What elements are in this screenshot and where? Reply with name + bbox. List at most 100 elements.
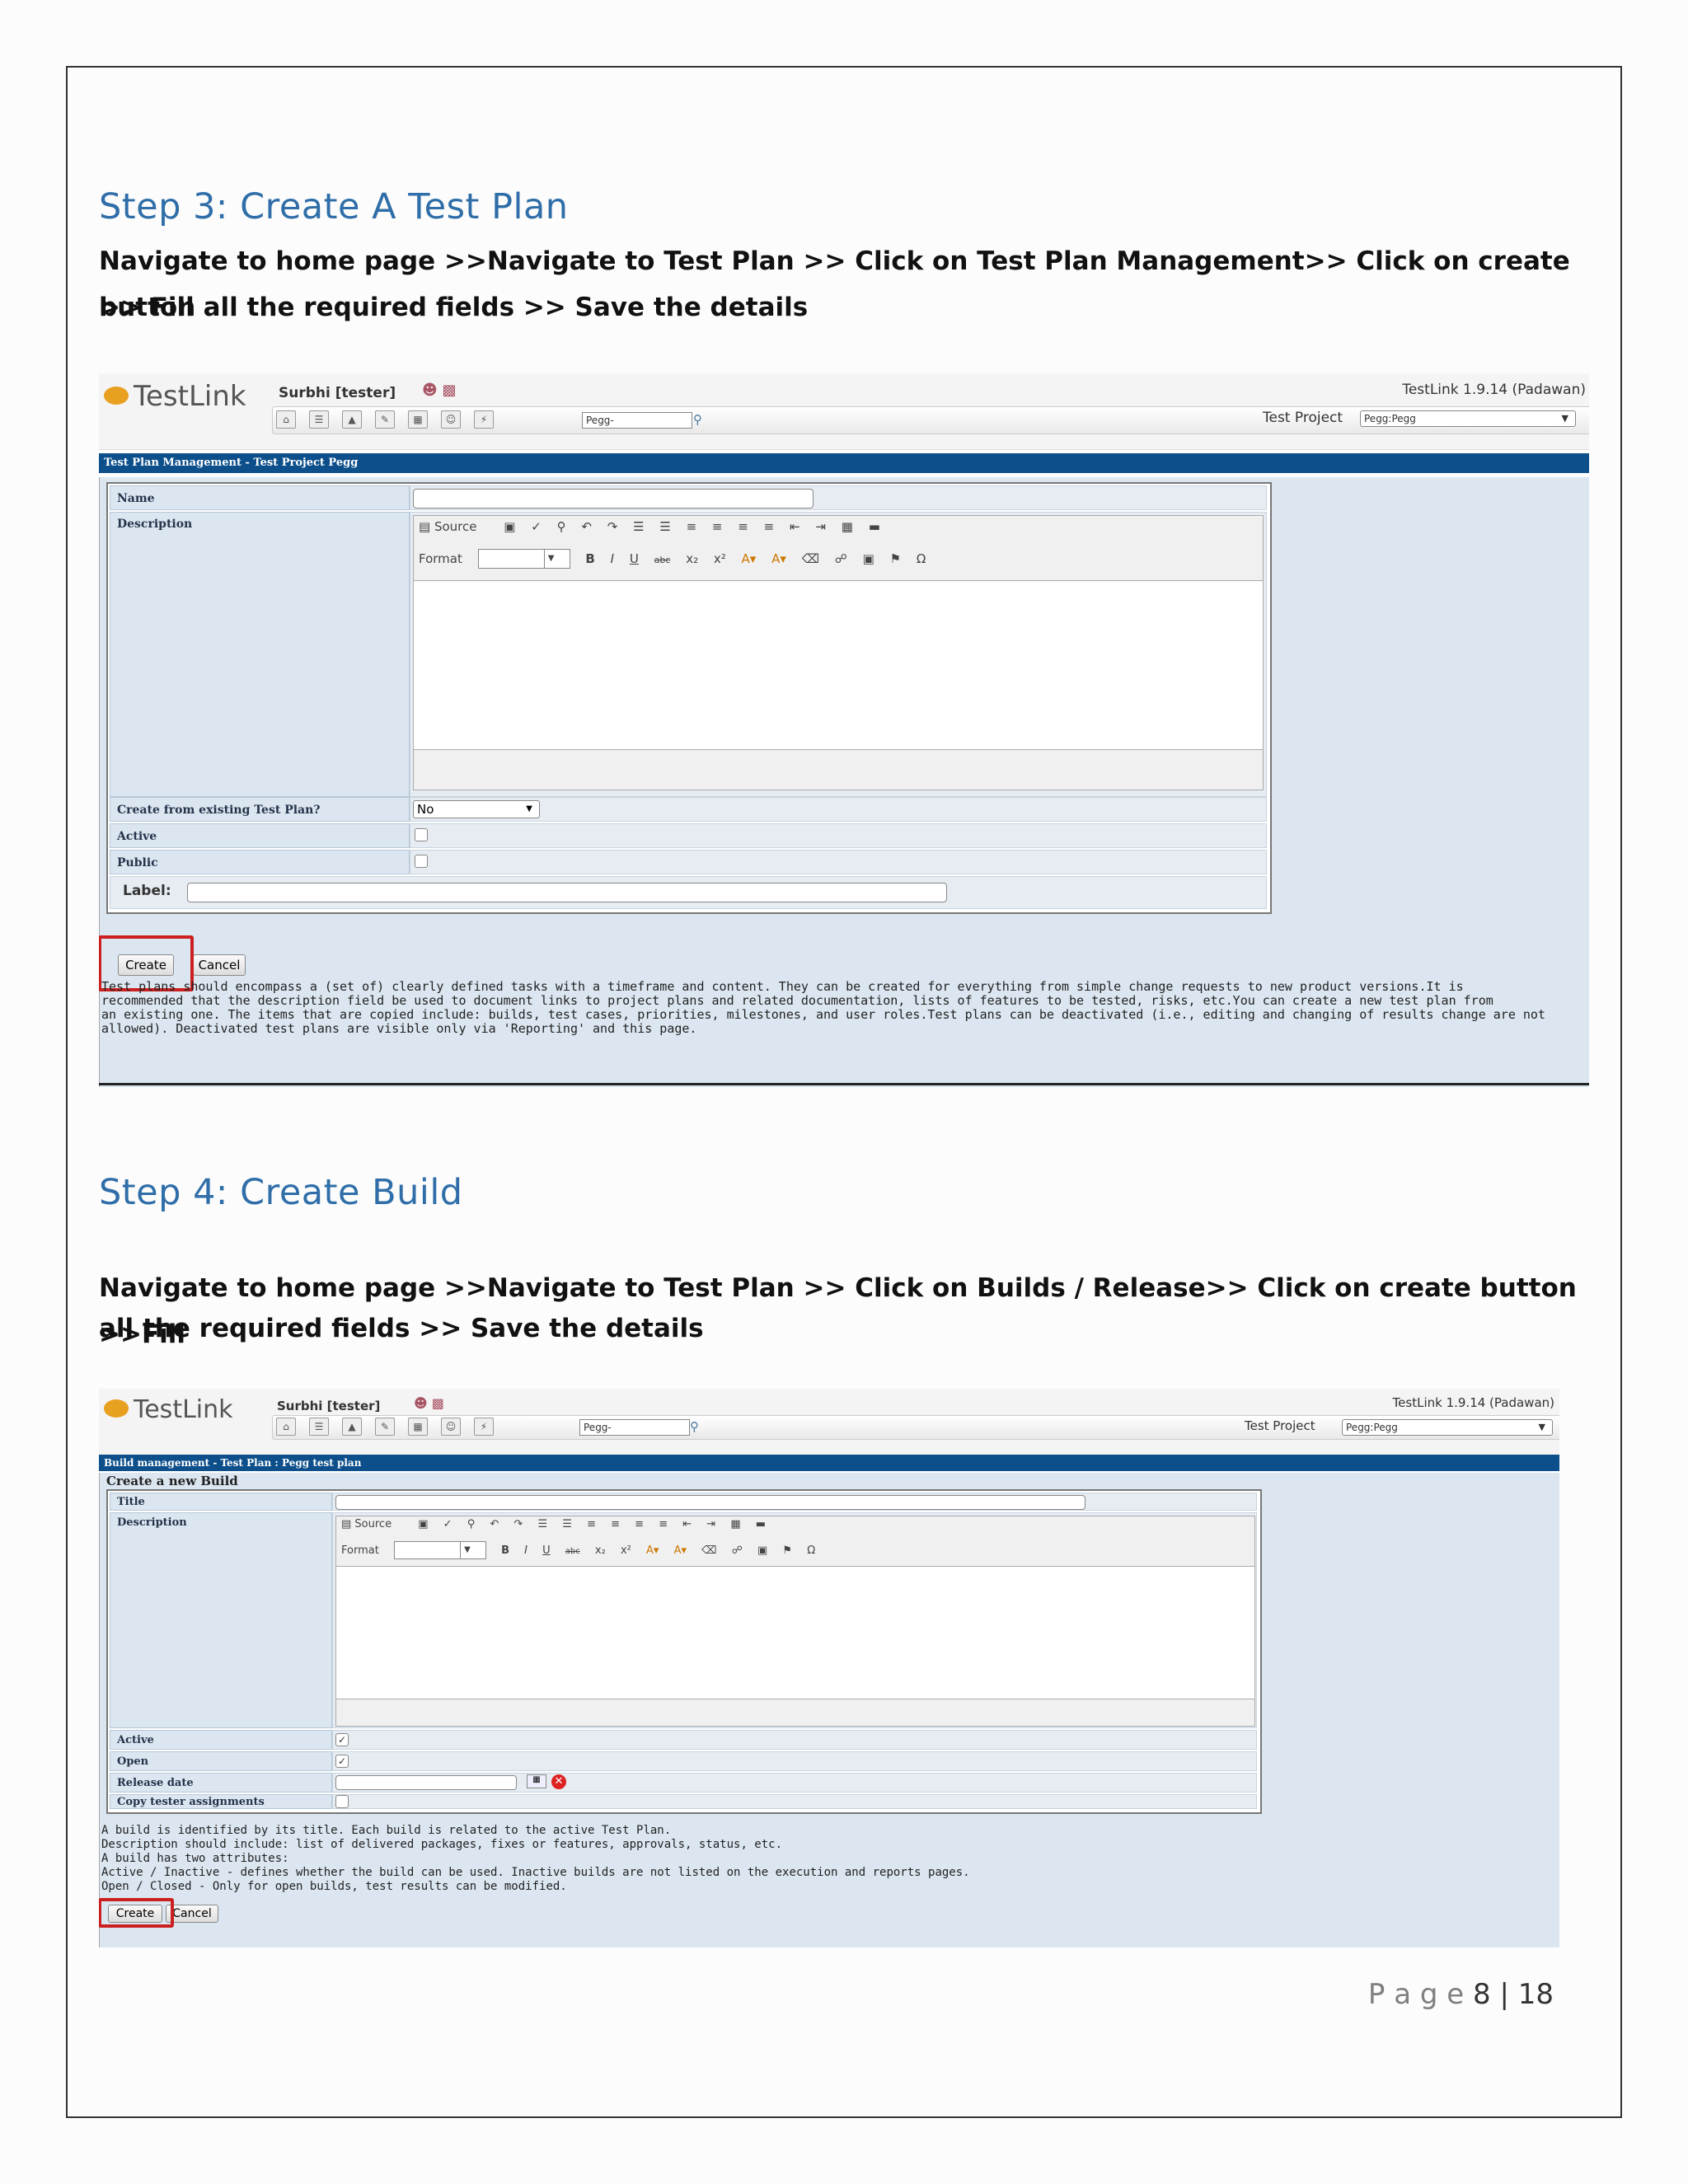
user-icons[interactable]: ☻ ▩ [422,382,457,399]
cancel-button[interactable]: Cancel [193,954,246,976]
preview-icon[interactable]: ▣ [418,1518,428,1530]
special-char-icon[interactable]: Ω [807,1544,815,1557]
description-textarea[interactable] [414,580,1263,750]
indent-icon[interactable]: ⇥ [815,519,826,534]
home-icon[interactable]: ⌂ [276,410,296,429]
execute-icon[interactable]: ✎ [375,1418,395,1436]
flag-icon[interactable]: ⚑ [782,1544,792,1557]
testcase-search-input[interactable]: Pegg- [579,1419,690,1436]
italic-icon[interactable]: I [611,551,614,566]
clear-date-icon[interactable]: ✕ [551,1774,566,1789]
numbered-list-icon[interactable]: ☰ [633,519,644,534]
align-center-icon[interactable]: ≡ [712,519,723,534]
eraser-icon[interactable]: ⌫ [802,551,819,566]
users-icon[interactable]: ☺ [441,1418,461,1436]
calendar-icon[interactable]: ▦ [527,1774,546,1788]
justify-icon[interactable]: ≡ [764,519,775,534]
description-textarea[interactable] [336,1566,1254,1699]
align-left-icon[interactable]: ≡ [687,519,697,534]
bullet-list-icon[interactable]: ☰ [562,1518,572,1530]
image-icon[interactable]: ▣ [757,1544,767,1557]
find-icon[interactable]: ⚲ [557,519,566,534]
find-icon[interactable]: ⚲ [467,1518,476,1530]
specification-icon[interactable]: ▲ [342,410,362,429]
bullet-list-icon[interactable]: ☰ [659,519,670,534]
format-select[interactable]: ▼ [477,549,570,569]
special-char-icon[interactable]: Ω [917,551,926,566]
events-icon[interactable]: ⚡ [474,1418,494,1436]
align-center-icon[interactable]: ≡ [611,1518,620,1530]
project-select[interactable]: Pegg:Pegg ▼ [1342,1419,1553,1436]
text-color-icon[interactable]: A▾ [646,1544,659,1557]
search-icon[interactable]: ⚲ [690,1419,699,1434]
label-input[interactable] [187,883,947,902]
testlink-logo: TestLink [104,380,246,413]
release-date-input[interactable] [335,1775,517,1790]
testcase-search-input[interactable]: Pegg- [582,412,692,429]
create-from-select[interactable]: No ▼ [413,800,540,818]
spellcheck-icon[interactable]: ✓ [443,1518,452,1530]
subscript-icon[interactable]: x₂ [595,1544,606,1557]
strike-icon[interactable]: abc [654,555,671,565]
bold-icon[interactable]: B [585,551,594,566]
reports-icon[interactable]: ▦ [408,410,428,429]
link-icon[interactable]: ☍ [835,551,847,566]
strike-icon[interactable]: abc [565,1547,580,1556]
title-input[interactable] [335,1495,1085,1510]
superscript-icon[interactable]: x² [714,551,726,566]
underline-icon[interactable]: U [630,551,639,566]
active-checkbox[interactable]: ✓ [335,1733,349,1746]
copy-tester-checkbox[interactable] [335,1795,349,1808]
image-icon[interactable]: ▣ [863,551,874,566]
horizontal-rule-icon[interactable]: ▬ [756,1518,766,1530]
flag-icon[interactable]: ⚑ [890,551,901,566]
horizontal-rule-icon[interactable]: ▬ [869,519,880,534]
preview-icon[interactable]: ▣ [504,519,515,534]
subscript-icon[interactable]: x₂ [686,551,698,566]
requirements-icon[interactable]: ☰ [309,1418,329,1436]
active-checkbox[interactable] [415,828,428,841]
underline-icon[interactable]: U [542,1544,551,1557]
execute-icon[interactable]: ✎ [375,410,395,429]
bg-color-icon[interactable]: A▾ [771,551,786,566]
align-right-icon[interactable]: ≡ [635,1518,644,1530]
undo-icon[interactable]: ↶ [490,1518,499,1530]
bold-icon[interactable]: B [501,1544,509,1557]
eraser-icon[interactable]: ⌫ [701,1544,716,1557]
public-checkbox[interactable] [415,855,428,868]
numbered-list-icon[interactable]: ☰ [537,1518,547,1530]
events-icon[interactable]: ⚡ [474,410,494,429]
project-select[interactable]: Pegg:Pegg ▼ [1360,410,1576,427]
justify-icon[interactable]: ≡ [659,1518,668,1530]
public-cell [410,850,1267,874]
superscript-icon[interactable]: x² [621,1544,631,1557]
reports-icon[interactable]: ▦ [408,1418,428,1436]
align-right-icon[interactable]: ≡ [738,519,748,534]
undo-icon[interactable]: ↶ [581,519,592,534]
redo-icon[interactable]: ↷ [513,1518,523,1530]
outdent-icon[interactable]: ⇤ [790,519,800,534]
specification-icon[interactable]: ▲ [342,1418,362,1436]
align-left-icon[interactable]: ≡ [587,1518,596,1530]
home-icon[interactable]: ⌂ [276,1418,296,1436]
source-button[interactable]: ▤ Source [341,1518,403,1530]
users-icon[interactable]: ☺ [441,410,461,429]
table-icon[interactable]: ▦ [730,1518,740,1530]
outdent-icon[interactable]: ⇤ [682,1518,692,1530]
redo-icon[interactable]: ↷ [607,519,618,534]
spellcheck-icon[interactable]: ✓ [531,519,542,534]
open-checkbox[interactable]: ✓ [335,1755,349,1768]
link-icon[interactable]: ☍ [732,1544,743,1557]
format-select[interactable]: ▼ [393,1541,486,1559]
requirements-icon[interactable]: ☰ [309,410,329,429]
user-icons[interactable]: ☻ ▩ [414,1395,444,1411]
bg-color-icon[interactable]: A▾ [674,1544,687,1557]
name-input[interactable] [413,489,814,509]
search-icon[interactable]: ⚲ [693,412,702,427]
source-button[interactable]: ▤ Source [419,519,488,534]
italic-icon[interactable]: I [524,1544,528,1557]
indent-icon[interactable]: ⇥ [706,1518,715,1530]
text-color-icon[interactable]: A▾ [742,551,757,566]
format-label: Format [419,551,462,566]
table-icon[interactable]: ▦ [842,519,853,534]
